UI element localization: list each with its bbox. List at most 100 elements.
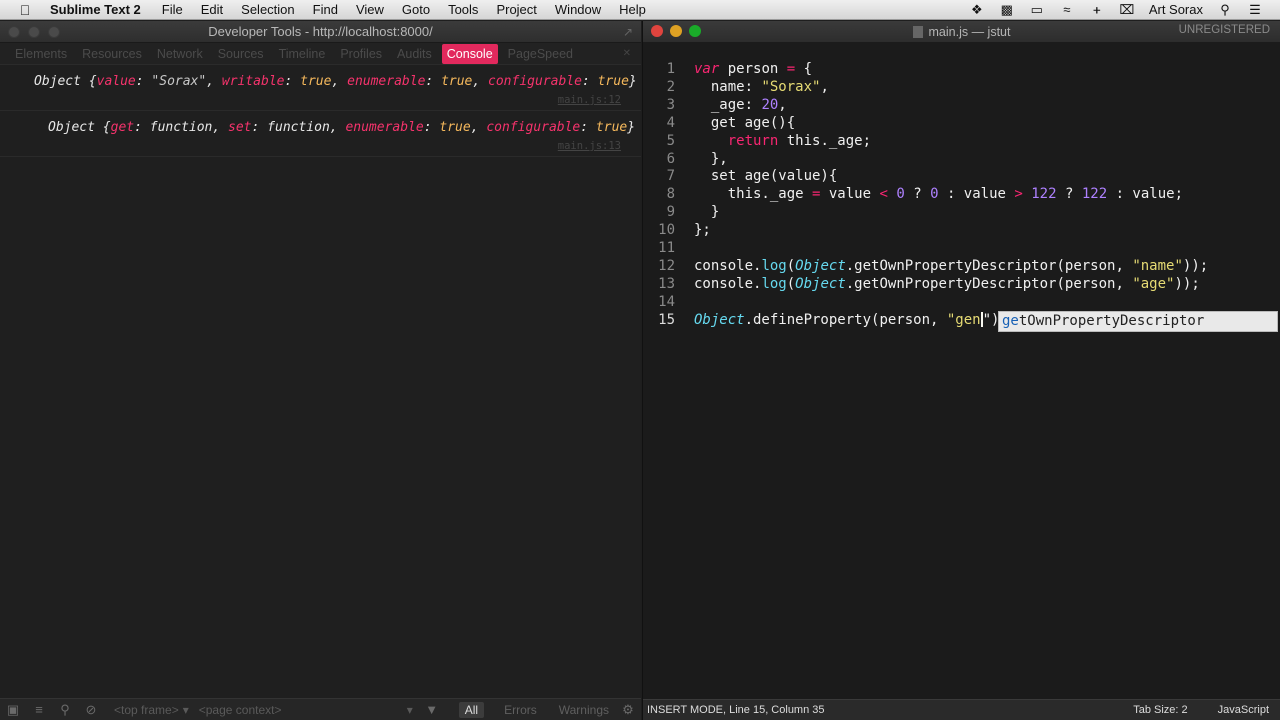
tab-timeline[interactable]: Timeline [274, 44, 331, 64]
menu-tools[interactable]: Tools [448, 2, 478, 17]
minimize-window-button[interactable] [28, 26, 40, 38]
menu-file[interactable]: File [162, 2, 183, 17]
console-token: : [423, 120, 440, 135]
code-text: } [694, 204, 719, 220]
code-token: : value [938, 186, 1015, 203]
close-window-button[interactable] [8, 26, 20, 38]
minimize-window-button[interactable] [670, 25, 682, 37]
menu-project[interactable]: Project [496, 2, 536, 17]
menu-view[interactable]: View [356, 2, 384, 17]
code-text: this._age = value < 0 ? 0 : value > 122 … [694, 186, 1183, 202]
resize-icon[interactable]: ▩ [999, 3, 1015, 16]
code-token: var [694, 61, 720, 77]
console-token: enumerable [345, 120, 424, 135]
close-icon[interactable]: ✕ [623, 48, 631, 59]
line-number: 11 [658, 240, 675, 256]
tab-audits[interactable]: Audits [392, 44, 437, 64]
code-token: { [795, 61, 813, 77]
menu-edit[interactable]: Edit [201, 2, 223, 17]
fullscreen-icon[interactable]: ↗ [623, 25, 633, 39]
clear-console-icon[interactable]: ⊘ [78, 702, 104, 718]
code-token: "gen [946, 311, 981, 328]
console-token: true [439, 120, 471, 135]
dock-icon[interactable]: ▣ [0, 702, 26, 718]
filter-icon[interactable]: ▼ [419, 702, 445, 717]
code-line: 13 console.log(Object.getOwnPropertyDescr… [643, 276, 1280, 294]
unregistered-label: UNREGISTERED [1178, 24, 1270, 36]
tab-pagespeed[interactable]: PageSpeed [503, 44, 578, 64]
menu-help[interactable]: Help [619, 2, 646, 17]
code-token: < [879, 186, 888, 203]
autocomplete-popup[interactable]: getOwnPropertyDescriptor [998, 311, 1278, 332]
wifi-icon[interactable]: ≈ [1059, 3, 1075, 16]
console-token: : [135, 74, 152, 89]
code-text: }; [694, 222, 711, 238]
tab-resources[interactable]: Resources [77, 44, 147, 64]
gear-icon[interactable]: ⚙ [615, 702, 641, 718]
code-token: }; [694, 222, 711, 239]
console-token: true [595, 120, 628, 135]
filter-errors[interactable]: Errors [498, 702, 543, 718]
notification-list-icon[interactable]: ☰ [1247, 3, 1263, 16]
console-token: Object { [48, 120, 111, 135]
console-token: set [228, 120, 252, 135]
filter-all[interactable]: All [458, 701, 485, 718]
syntax-mode[interactable]: JavaScript [1218, 704, 1269, 716]
tab-network[interactable]: Network [152, 44, 208, 64]
app-name[interactable]: Sublime Text 2 [50, 2, 141, 17]
code-line: 14 [643, 294, 1280, 312]
filter-warnings[interactable]: Warnings [553, 702, 615, 718]
source-link[interactable]: main.js:13 [558, 140, 621, 152]
line-number: 13 [658, 275, 675, 292]
user-name[interactable]: Art Sorax [1149, 2, 1203, 17]
code-line: 4 get age(){ [643, 115, 1280, 133]
display-icon[interactable]: ▭ [1029, 3, 1045, 16]
close-window-button[interactable] [651, 25, 663, 37]
code-token: .defineProperty(person, [744, 311, 947, 328]
menu-find[interactable]: Find [313, 2, 338, 17]
search-icon[interactable]: ⚲ [52, 702, 78, 718]
source-link[interactable]: main.js:12 [558, 94, 621, 106]
code-token: name: [710, 78, 762, 95]
console-token: : [425, 74, 442, 89]
tab-size[interactable]: Tab Size: 2 [1133, 704, 1187, 716]
console-message[interactable]: Object {get: function, set: function, en… [48, 120, 635, 135]
zoom-window-button[interactable] [689, 25, 701, 37]
console-token: , [331, 74, 348, 89]
context-select[interactable]: <page context> [199, 703, 282, 717]
status-menus: ❖ ▩ ▭ ≈ ᚐ ⌧ Art Sorax ⚲ ☰ [962, 2, 1280, 17]
console-token: , [470, 120, 487, 135]
tab-profiles[interactable]: Profiles [335, 44, 387, 64]
menu-window[interactable]: Window [555, 2, 601, 17]
devtools-window: Developer Tools - http://localhost:8000/… [0, 21, 641, 720]
code-text: get age(){ [694, 115, 795, 131]
line-number: 6 [666, 150, 675, 167]
code-token: 0 [930, 186, 939, 203]
dropbox-icon[interactable]: ❖ [969, 3, 985, 16]
code-token: )); [1174, 275, 1200, 292]
code-editor[interactable]: 1 var person = {2 name: "Sorax", 3 _age: 2… [643, 42, 1280, 698]
tab-elements[interactable]: Elements [10, 44, 72, 64]
menu-selection[interactable]: Selection [241, 2, 294, 17]
zoom-window-button[interactable] [48, 26, 60, 38]
status-bar: INSERT MODE, Line 15, Column 35 Tab Size… [643, 699, 1280, 720]
code-token: "Sorax" [761, 78, 821, 95]
code-token: Object [694, 311, 745, 328]
menu-goto[interactable]: Goto [402, 2, 430, 17]
drawer-icon[interactable]: ≡ [26, 702, 52, 717]
frame-select[interactable]: <top frame> [114, 703, 179, 717]
spotlight-search-icon[interactable]: ⚲ [1217, 3, 1233, 16]
tab-sources[interactable]: Sources [213, 44, 269, 64]
code-token: _age: [710, 96, 762, 113]
input-icon[interactable]: ⌧ [1119, 3, 1135, 16]
apple-icon[interactable]:  [10, 2, 40, 18]
code-token: ? [1056, 186, 1082, 203]
console-log: Object {value: "Sorax", writable: true, … [0, 65, 641, 157]
bluetooth-icon[interactable]: ᚐ [1089, 3, 1105, 16]
line-number: 10 [658, 222, 675, 239]
console-message[interactable]: Object {value: "Sorax", writable: true, … [34, 74, 637, 89]
tab-console[interactable]: Console [441, 43, 498, 64]
